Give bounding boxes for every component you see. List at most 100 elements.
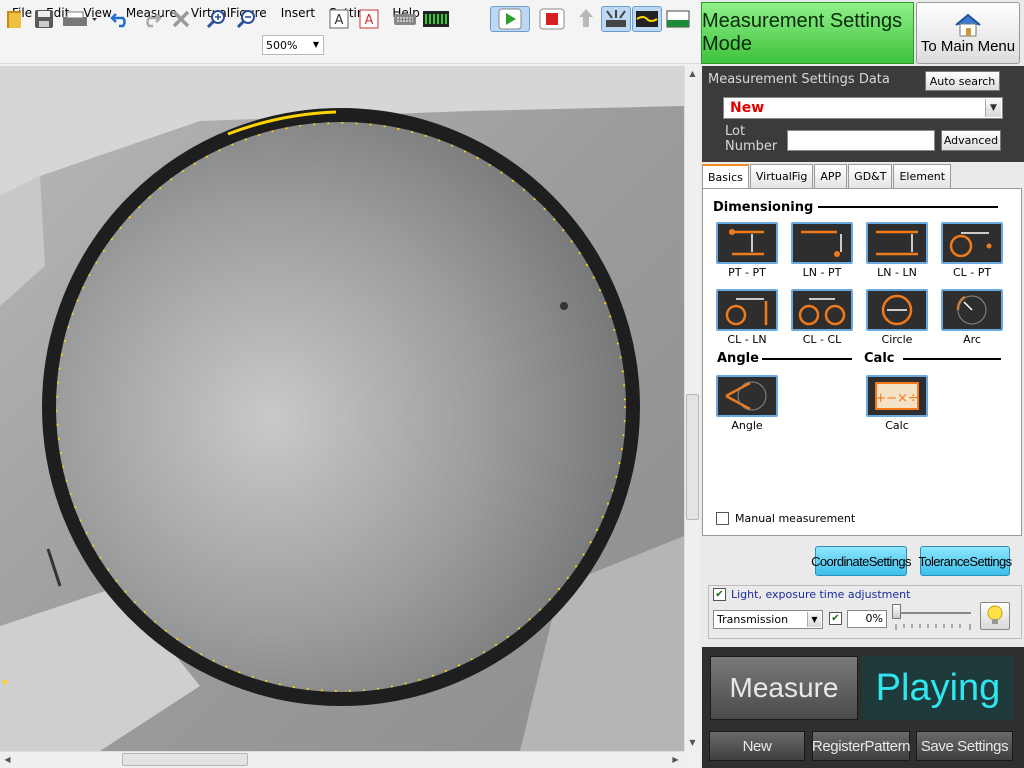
play-icon[interactable] <box>490 6 530 32</box>
manual-measurement-checkbox[interactable] <box>716 512 729 525</box>
measurement-settings-mode-button[interactable]: Measurement Settings Mode <box>701 2 914 64</box>
tool-label: LN - LN <box>877 266 917 279</box>
horizontal-scrollbar[interactable]: ◀ ▶ <box>0 751 684 768</box>
scroll-left-icon[interactable]: ◀ <box>0 752 15 767</box>
level-meter-icon[interactable] <box>422 6 450 32</box>
menu-insert[interactable]: Insert <box>274 0 322 26</box>
home-icon <box>955 13 981 37</box>
angle-icon <box>716 375 778 417</box>
redo-icon[interactable] <box>138 6 164 32</box>
section-divider <box>762 358 852 360</box>
tolerance-settings-button[interactable]: ToleranceSettings <box>918 546 1012 576</box>
settings-data-selected: New <box>730 100 765 116</box>
tab-virtualfig[interactable]: VirtualFig <box>749 164 814 188</box>
section-divider <box>903 358 1001 360</box>
settings-data-select[interactable]: New ▼ <box>723 97 1003 119</box>
keyboard-icon[interactable] <box>392 6 418 32</box>
calc-title: Calc <box>864 351 895 366</box>
camera-view[interactable] <box>0 66 684 751</box>
light-bulb-button[interactable] <box>980 602 1010 630</box>
light-slider-knob[interactable] <box>892 604 901 619</box>
pt-pt-icon <box>716 222 778 264</box>
tab-gdt[interactable]: GD&T <box>848 164 893 188</box>
tool-label: CL - LN <box>727 333 767 346</box>
light-source-select[interactable]: Transmission ▼ <box>713 610 823 629</box>
vertical-scrollbar[interactable]: ▲ ▼ <box>684 66 700 751</box>
settings-data-title: Measurement Settings Data <box>708 72 890 87</box>
measure-button[interactable]: Measure <box>710 656 858 720</box>
open-icon[interactable] <box>4 6 26 32</box>
tool-cl-ln[interactable]: CL - LN <box>716 289 778 346</box>
text-edit-icon[interactable]: A <box>326 6 352 32</box>
lightbulb-icon <box>987 605 1003 624</box>
light-exposure-option[interactable]: ✔ Light, exposure time adjustment <box>713 588 910 601</box>
tool-ln-ln[interactable]: LN - LN <box>866 222 928 279</box>
tool-label: CL - CL <box>802 333 842 346</box>
edge-detect-icon[interactable] <box>632 6 662 32</box>
tool-angle[interactable]: Angle <box>716 375 778 432</box>
dimensioning-title: Dimensioning <box>713 200 814 215</box>
save-icon[interactable] <box>32 6 56 32</box>
tool-label: Angle <box>731 419 763 432</box>
tool-label: LN - PT <box>802 266 842 279</box>
svg-text:A: A <box>335 13 344 28</box>
manual-measurement-option[interactable]: Manual measurement <box>716 512 855 525</box>
undo-icon[interactable] <box>108 6 134 32</box>
light-exposure-label: Light, exposure time adjustment <box>731 588 911 601</box>
tool-label: Arc <box>963 333 981 346</box>
advanced-button[interactable]: Advanced <box>941 130 1001 151</box>
stop-icon[interactable] <box>534 6 570 32</box>
delete-icon[interactable] <box>168 6 194 32</box>
light-bar-icon[interactable] <box>601 6 631 32</box>
auto-search-button[interactable]: Auto search <box>925 71 1000 91</box>
tool-label: PT - PT <box>728 266 766 279</box>
tool-ln-pt[interactable]: LN - PT <box>791 222 853 279</box>
lot-number-label: Lot Number <box>725 124 778 154</box>
save-settings-button[interactable]: Save Settings <box>916 731 1013 761</box>
manual-measurement-label: Manual measurement <box>735 512 856 525</box>
scroll-up-icon[interactable]: ▲ <box>685 66 700 81</box>
coordinate-settings-button[interactable]: CoordinateSettings <box>811 546 911 576</box>
tool-pt-pt[interactable]: PT - PT <box>716 222 778 279</box>
zoom-out-icon[interactable] <box>232 6 260 32</box>
light-enable-checkbox[interactable]: ✔ <box>829 612 842 625</box>
tab-element[interactable]: Element <box>893 164 952 188</box>
tool-arc[interactable]: Arc <box>941 289 1003 346</box>
light-percent-input[interactable]: 0% <box>847 610 887 628</box>
scroll-right-icon[interactable]: ▶ <box>668 752 683 767</box>
vertical-scroll-thumb[interactable] <box>686 394 699 520</box>
tool-cl-pt[interactable]: CL - PT <box>941 222 1003 279</box>
lot-number-input[interactable] <box>787 130 935 151</box>
calc-icon: +−×÷ <box>866 375 928 417</box>
chevron-down-icon: ▼ <box>312 40 320 49</box>
ln-pt-icon <box>791 222 853 264</box>
light-slider-track[interactable] <box>895 612 971 614</box>
threshold-icon[interactable] <box>664 6 692 32</box>
tab-basics[interactable]: Basics <box>702 164 749 188</box>
light-up-icon[interactable] <box>572 6 600 32</box>
tool-label: CL - PT <box>952 266 992 279</box>
tool-circle[interactable]: Circle <box>866 289 928 346</box>
new-button[interactable]: New <box>709 731 805 761</box>
light-exposure-checkbox[interactable]: ✔ <box>713 588 726 601</box>
zoom-select[interactable]: 500% ▼ <box>262 35 324 55</box>
register-pattern-button[interactable]: RegisterPattern <box>812 731 911 761</box>
cl-pt-icon <box>941 222 1003 264</box>
zoom-value: 500% <box>266 38 298 52</box>
zoom-in-icon[interactable] <box>202 6 230 32</box>
text-format-icon[interactable]: A <box>356 6 382 32</box>
tool-cl-cl[interactable]: CL - CL <box>791 289 853 346</box>
svg-text:A: A <box>365 13 374 28</box>
cl-ln-icon <box>716 289 778 331</box>
chevron-down-icon: ▼ <box>985 99 1001 117</box>
to-main-menu-button[interactable]: To Main Menu <box>916 2 1020 64</box>
scroll-down-icon[interactable]: ▼ <box>685 735 700 750</box>
light-source-value: Transmission <box>717 613 789 626</box>
ln-ln-icon <box>866 222 928 264</box>
playing-status: Playing <box>862 656 1014 720</box>
tab-app[interactable]: APP <box>814 164 848 188</box>
print-icon[interactable] <box>60 6 100 32</box>
horizontal-scroll-thumb[interactable] <box>122 753 248 766</box>
section-divider <box>818 206 998 208</box>
tool-calc[interactable]: +−×÷ Calc <box>866 375 928 432</box>
